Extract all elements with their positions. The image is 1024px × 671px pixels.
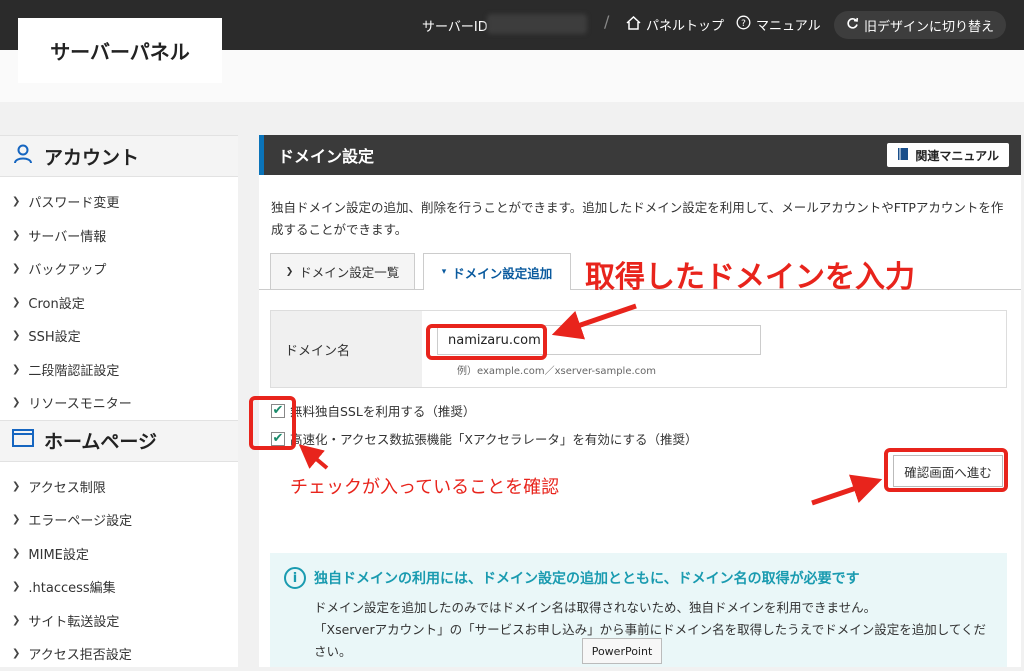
chevron-right-icon: ❯	[12, 330, 21, 342]
old-design-button[interactable]: 旧デザインに切り替え	[834, 11, 1006, 39]
related-manual-button[interactable]: 関連マニュアル	[887, 143, 1009, 167]
domain-example-text: 例）example.com／xserver-sample.com	[457, 366, 657, 377]
chevron-right-icon: ❯	[12, 648, 21, 660]
info-line-1: ドメイン設定を追加したのみではドメイン名は取得されないため、独自ドメインを利用で…	[314, 600, 877, 615]
sidebar-item-label: Cron設定	[28, 296, 85, 312]
sidebar-item-label: アクセス拒否設定	[28, 648, 132, 664]
tab-label: ドメイン設定追加	[452, 265, 553, 281]
sidebar-item-label: サーバー情報	[28, 229, 107, 245]
browser-window-icon	[12, 429, 34, 452]
sidebar-item-site-forward[interactable]: ❯ サイト転送設定	[0, 604, 238, 638]
annotation-highlight-confirm-button	[884, 448, 1008, 492]
tab-domain-list[interactable]: ❯ ドメイン設定一覧	[270, 253, 415, 289]
sidebar-heading-homepage-label: ホームページ	[44, 431, 158, 453]
user-icon	[12, 143, 34, 170]
sidebar-item-label: MIME設定	[28, 547, 89, 563]
info-title: 独自ドメインの利用には、ドメイン設定の追加とともに、ドメイン名の取得が必要です	[314, 571, 860, 587]
annotation-highlight-domain-input	[426, 324, 547, 360]
xaccelerator-checkbox-label: 高速化・アクセス数拡張機能「Xアクセラレータ」を有効にする（推奨）	[290, 432, 698, 447]
chevron-right-icon: ❯	[12, 296, 21, 308]
related-manual-label: 関連マニュアル	[915, 148, 999, 163]
main-panel: ドメイン設定 関連マニュアル 独自ドメイン設定の追加、削除を行うことができます。…	[259, 135, 1021, 667]
chevron-right-icon: ❯	[12, 196, 21, 208]
manual-link[interactable]: ? マニュアル	[736, 15, 821, 34]
chevron-right-icon: ❯	[12, 229, 21, 241]
manual-label: マニュアル	[756, 19, 821, 34]
svg-text:?: ?	[741, 19, 746, 29]
sidebar-item-password[interactable]: ❯ パスワード変更	[0, 185, 238, 219]
book-icon	[897, 147, 909, 164]
tab-label: ドメイン設定一覧	[299, 265, 400, 280]
page-title-bar: ドメイン設定 関連マニュアル	[259, 135, 1021, 175]
sidebar-item-label: エラーページ設定	[28, 514, 133, 530]
ssl-checkbox-row[interactable]: ✔ 無料独自SSLを利用する（推奨）	[271, 401, 475, 420]
sidebar-item-mime[interactable]: ❯ MIME設定	[0, 537, 238, 571]
annotation-enter-domain-text: 取得したドメインを入力	[585, 260, 915, 295]
xaccelerator-checkbox-row[interactable]: ✔ 高速化・アクセス数拡張機能「Xアクセラレータ」を有効にする（推奨）	[271, 429, 697, 448]
sidebar-item-error-page[interactable]: ❯ エラーページ設定	[0, 503, 238, 537]
sidebar-item-label: バックアップ	[28, 263, 107, 279]
sidebar-item-cron[interactable]: ❯ Cron設定	[0, 286, 238, 320]
sidebar-item-server-info[interactable]: ❯ サーバー情報	[0, 219, 238, 253]
sidebar-item-access-restriction[interactable]: ❯ アクセス制限	[0, 470, 238, 504]
chevron-right-icon: ❯	[285, 266, 294, 277]
server-id-label: サーバーID	[422, 20, 488, 35]
sidebar-heading-account: アカウント	[0, 135, 238, 177]
sidebar-item-label: パスワード変更	[28, 196, 120, 212]
chevron-down-icon: ▾	[441, 267, 447, 277]
sidebar-item-backup[interactable]: ❯ バックアップ	[0, 252, 238, 286]
chevron-right-icon: ❯	[12, 581, 21, 593]
panel-top-link[interactable]: パネルトップ	[626, 15, 724, 34]
ssl-checkbox-label: 無料独自SSLを利用する（推奨）	[290, 404, 476, 419]
info-icon: i	[284, 567, 306, 589]
sidebar-item-label: サイト転送設定	[28, 614, 120, 630]
annotation-highlight-checkboxes	[249, 396, 296, 450]
sidebar-heading-homepage: ホームページ	[0, 419, 238, 462]
annotation-check-confirm-text: チェックが入っていることを確認	[290, 477, 560, 498]
chevron-right-icon: ❯	[12, 397, 21, 409]
sidebar-heading-account-label: アカウント	[44, 146, 140, 169]
taskbar-tooltip: PowerPoint	[582, 638, 662, 664]
sidebar-item-htaccess[interactable]: ❯ .htaccess編集	[0, 570, 238, 604]
sidebar-item-label: アクセス制限	[28, 480, 106, 496]
sidebar-item-access-deny[interactable]: ❯ アクセス拒否設定	[0, 637, 238, 671]
refresh-icon	[846, 17, 859, 34]
chevron-right-icon: ❯	[12, 547, 21, 559]
page-title: ドメイン設定	[278, 147, 375, 166]
chevron-right-icon: ❯	[12, 263, 21, 275]
server-id-value-blurred	[487, 14, 587, 34]
panel-top-label: パネルトップ	[646, 19, 725, 34]
sidebar: アカウント ❯ パスワード変更 ❯ サーバー情報 ❯ バックアップ ❯ Cron設定 ❯…	[0, 135, 238, 667]
chevron-right-icon: ❯	[12, 514, 21, 526]
sidebar-item-label: SSH設定	[28, 330, 81, 346]
sidebar-item-ssh[interactable]: ❯ SSH設定	[0, 319, 238, 353]
header-separator: /	[604, 12, 610, 31]
domain-name-label: ドメイン名	[271, 311, 422, 387]
help-icon: ?	[736, 15, 751, 34]
logo[interactable]: サーバーパネル	[18, 18, 222, 83]
chevron-right-icon: ❯	[12, 614, 21, 626]
old-design-label: 旧デザインに切り替え	[863, 19, 994, 35]
sidebar-item-label: リソースモニター	[28, 397, 132, 413]
tab-domain-add[interactable]: ▾ ドメイン設定追加	[423, 253, 571, 290]
sidebar-item-resource-monitor[interactable]: ❯ リソースモニター	[0, 386, 238, 420]
chevron-right-icon: ❯	[12, 480, 21, 492]
chevron-right-icon: ❯	[12, 363, 21, 375]
sidebar-item-label: 二段階認証設定	[28, 363, 120, 379]
home-icon	[626, 15, 641, 34]
sidebar-item-2fa[interactable]: ❯ 二段階認証設定	[0, 353, 238, 387]
page-description: 独自ドメイン設定の追加、削除を行うことができます。追加したドメイン設定を利用して…	[271, 200, 1004, 237]
sidebar-item-label: .htaccess編集	[28, 581, 116, 597]
domain-form-table: ドメイン名 例）example.com／xserver-sample.com	[270, 310, 1007, 388]
